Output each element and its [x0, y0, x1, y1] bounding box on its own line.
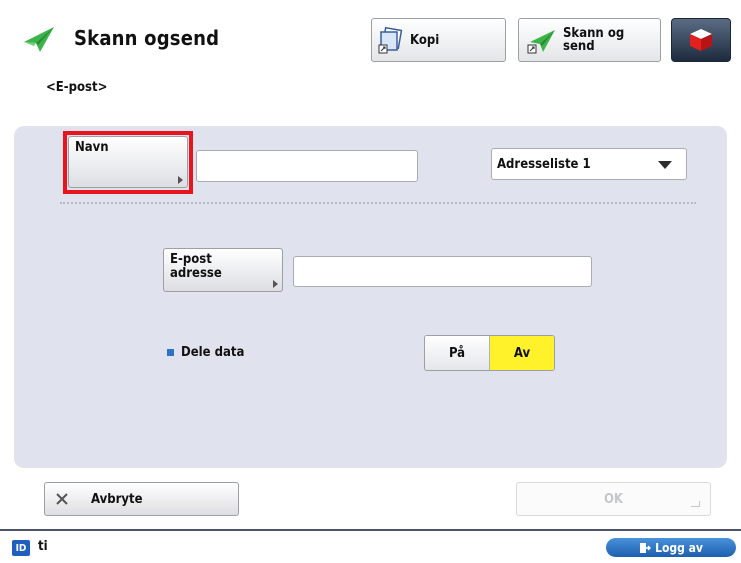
logout-button[interactable]: Logg av [606, 538, 736, 557]
app-title: Skann ogsend [74, 26, 220, 50]
bullet-icon [167, 349, 174, 356]
ok-label: OK [603, 491, 623, 507]
kopi-label: Kopi [410, 32, 440, 48]
skann-label-line2: send [563, 39, 595, 54]
status-monitor-button[interactable] [671, 18, 731, 62]
close-icon [55, 492, 69, 506]
dotted-divider [60, 202, 696, 204]
navn-button[interactable]: Navn [68, 136, 188, 188]
address-list-value: Adresseliste 1 [497, 156, 591, 172]
epost-input[interactable] [293, 256, 592, 287]
cancel-button[interactable]: Avbryte [44, 482, 239, 516]
toggle-av-button[interactable]: Av [490, 336, 554, 370]
navn-input[interactable] [196, 150, 418, 182]
id-badge-icon: ID [12, 540, 30, 556]
enter-icon [691, 501, 700, 507]
chevron-down-icon [658, 161, 672, 169]
skann-og-send-label: Skann og send [563, 27, 624, 53]
logged-in-user: ti [38, 539, 48, 554]
copy-icon [378, 26, 403, 54]
send-plane-icon [527, 30, 555, 54]
address-list-select[interactable]: Adresseliste 1 [491, 148, 687, 180]
toggle-pa-button[interactable]: På [425, 336, 490, 370]
dele-data-toggle: På Av [424, 335, 555, 371]
dele-data-label: Dele data [181, 345, 245, 360]
ok-button[interactable]: OK [516, 482, 711, 516]
kopi-button[interactable]: Kopi [371, 18, 506, 62]
arrow-right-icon [178, 176, 183, 184]
epost-label-line1: E-post [170, 252, 212, 267]
logout-label: Logg av [655, 540, 703, 555]
cancel-label: Avbryte [91, 491, 143, 507]
status-monitor-icon [690, 29, 712, 51]
skann-og-send-button[interactable]: Skann og send [518, 18, 661, 62]
epost-label-line2: adresse [170, 266, 222, 281]
arrow-right-icon [273, 280, 278, 288]
breadcrumb: <E-post> [46, 80, 108, 95]
navn-label: Navn [75, 140, 109, 155]
epost-adresse-button[interactable]: E-post adresse [163, 248, 283, 292]
send-plane-icon [24, 27, 54, 52]
logout-icon [640, 542, 652, 553]
